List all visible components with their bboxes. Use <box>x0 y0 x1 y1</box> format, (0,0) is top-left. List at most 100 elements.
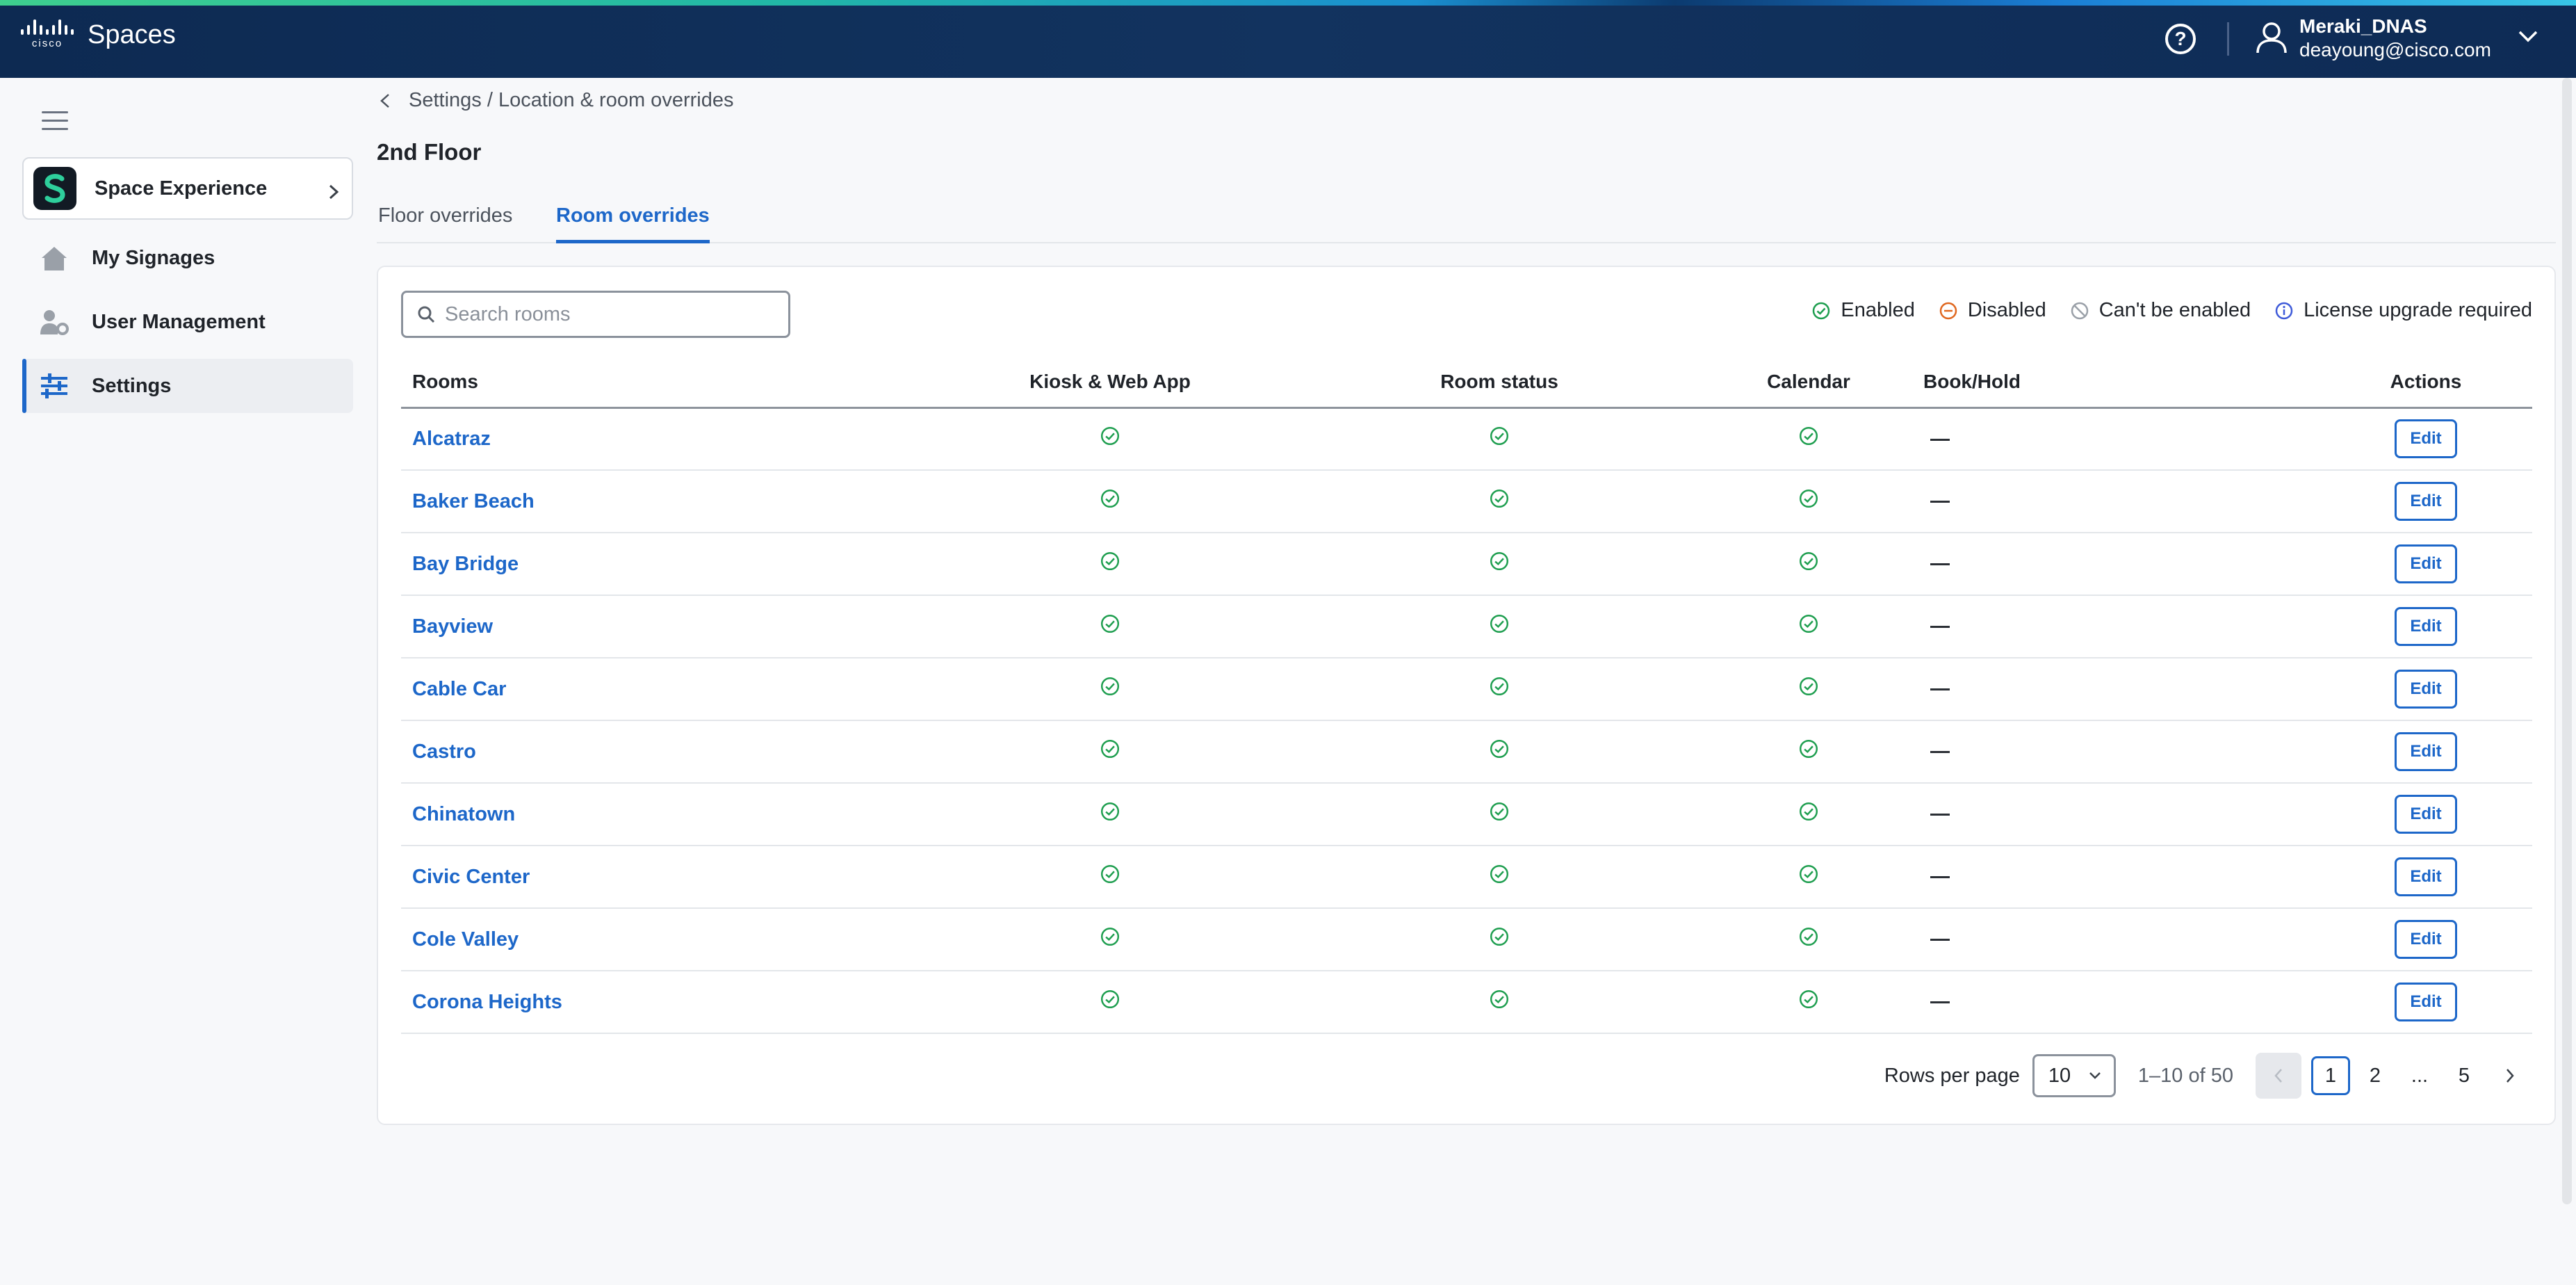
room-link[interactable]: Corona Heights <box>412 991 562 1013</box>
edit-button[interactable]: Edit <box>2395 482 2457 521</box>
dash-icon <box>1930 563 1950 566</box>
page-scrollbar[interactable] <box>2562 78 2572 1204</box>
book-hold-cell <box>1923 470 2320 533</box>
column-header-room-status: Room status <box>1305 357 1694 409</box>
kiosk-status-cell <box>915 658 1305 721</box>
app-switcher-space-experience[interactable]: Space Experience <box>22 157 353 220</box>
book-hold-cell <box>1923 533 2320 596</box>
table-header-row: Rooms Kiosk & Web App Room status Calend… <box>401 357 2532 409</box>
edit-button[interactable]: Edit <box>2395 670 2457 709</box>
check-circle-icon <box>1100 802 1120 821</box>
room-link[interactable]: Baker Beach <box>412 490 535 512</box>
dash-icon <box>1930 939 1950 941</box>
search-box[interactable] <box>401 291 790 338</box>
kiosk-status-cell <box>915 720 1305 784</box>
book-hold-cell <box>1923 908 2320 971</box>
edit-button[interactable]: Edit <box>2395 920 2457 959</box>
next-page-button[interactable] <box>2491 1056 2529 1095</box>
room-link[interactable]: Bayview <box>412 615 493 638</box>
legend-enabled: Enabled <box>1811 299 1915 322</box>
book-hold-cell <box>1923 595 2320 658</box>
dash-icon <box>1930 501 1950 503</box>
edit-button[interactable]: Edit <box>2395 607 2457 646</box>
room-status-cell <box>1305 470 1694 533</box>
header-divider <box>2227 22 2229 56</box>
page-1-button[interactable]: 1 <box>2311 1056 2350 1095</box>
user-icon[interactable] <box>2256 21 2288 54</box>
kiosk-status-cell <box>915 470 1305 533</box>
breadcrumb[interactable]: Settings / Location & room overrides <box>380 89 733 112</box>
room-status-cell <box>1305 595 1694 658</box>
chevron-left-icon <box>2274 1069 2282 1083</box>
edit-button[interactable]: Edit <box>2395 857 2457 896</box>
rows-per-page-select[interactable]: 10 <box>2032 1054 2116 1097</box>
sidebar-item-label: Settings <box>92 374 172 397</box>
room-link[interactable]: Castro <box>412 741 476 763</box>
edit-button[interactable]: Edit <box>2395 732 2457 771</box>
edit-button[interactable]: Edit <box>2395 419 2457 459</box>
table-row: Civic Center Edit <box>401 846 2532 909</box>
page-2-button[interactable]: 2 <box>2356 1056 2395 1095</box>
previous-page-button[interactable] <box>2256 1053 2301 1099</box>
legend-cant-be-enabled: Can't be enabled <box>2070 299 2251 322</box>
sidebar-item-settings[interactable]: Settings <box>22 359 353 413</box>
room-cell: Corona Heights <box>401 971 915 1034</box>
actions-cell: Edit <box>2320 533 2532 596</box>
legend-disabled: Disabled <box>1939 299 2046 322</box>
breadcrumb-text[interactable]: Settings / Location & room overrides <box>409 89 733 112</box>
legend-label: Disabled <box>1967 299 2046 321</box>
edit-button[interactable]: Edit <box>2395 983 2457 1021</box>
sidebar-item-user-management[interactable]: User Management <box>22 295 353 349</box>
room-link[interactable]: Cole Valley <box>412 928 519 951</box>
user-email: deayoung@cisco.com <box>2299 39 2491 60</box>
chevron-left-icon[interactable] <box>380 92 391 109</box>
menu-icon[interactable] <box>42 111 68 132</box>
blocked-circle-icon <box>2071 302 2088 319</box>
table-row: Castro Edit <box>401 720 2532 784</box>
actions-cell: Edit <box>2320 971 2532 1034</box>
check-circle-icon <box>1490 677 1509 696</box>
sidebar-item-my-signages[interactable]: My Signages <box>22 231 353 285</box>
tab-room-overrides[interactable]: Room overrides <box>556 204 710 243</box>
column-header-rooms[interactable]: Rooms <box>401 357 915 409</box>
room-status-cell <box>1305 783 1694 846</box>
room-link[interactable]: Chinatown <box>412 803 515 825</box>
edit-button[interactable]: Edit <box>2395 544 2457 583</box>
actions-cell: Edit <box>2320 908 2532 971</box>
check-circle-icon <box>1100 864 1120 884</box>
edit-button[interactable]: Edit <box>2395 795 2457 834</box>
room-link[interactable]: Civic Center <box>412 866 530 888</box>
table-row: Baker Beach Edit <box>401 470 2532 533</box>
check-circle-icon <box>1100 551 1120 571</box>
kiosk-status-cell <box>915 783 1305 846</box>
room-link[interactable]: Cable Car <box>412 678 506 700</box>
book-hold-cell <box>1923 971 2320 1034</box>
check-circle-icon <box>1813 302 1830 319</box>
page-5-button[interactable]: 5 <box>2445 1056 2484 1095</box>
search-input[interactable] <box>445 302 778 326</box>
room-link[interactable]: Bay Bridge <box>412 553 519 575</box>
check-circle-icon <box>1799 864 1818 884</box>
table-row: Cable Car Edit <box>401 658 2532 721</box>
column-header-kiosk-web-app: Kiosk & Web App <box>915 357 1305 409</box>
room-status-cell <box>1305 533 1694 596</box>
dash-icon <box>1930 814 1950 816</box>
room-link[interactable]: Alcatraz <box>412 428 491 450</box>
pagination: Rows per page 10 1–10 of 50 1 2 ... 5 <box>1884 1053 2529 1099</box>
chevron-down-icon[interactable] <box>2518 29 2538 43</box>
user-gear-icon <box>38 305 71 339</box>
tab-floor-overrides[interactable]: Floor overrides <box>378 204 512 243</box>
check-circle-icon <box>1490 551 1509 571</box>
kiosk-status-cell <box>915 407 1305 471</box>
brand[interactable]: cisco Spaces <box>21 19 176 50</box>
help-icon[interactable]: ? <box>2165 24 2196 54</box>
calendar-status-cell <box>1694 595 1923 658</box>
room-cell: Bayview <box>401 595 915 658</box>
table-row: Bay Bridge Edit <box>401 533 2532 596</box>
check-circle-icon <box>1100 427 1120 446</box>
room-overrides-panel: Enabled Disabled Can't be enabled Licens… <box>377 266 2556 1125</box>
legend-license-upgrade-required: License upgrade required <box>2274 299 2532 322</box>
check-circle-icon <box>1799 989 1818 1009</box>
user-menu[interactable]: Meraki_DNAS deayoung@cisco.com <box>2299 15 2491 61</box>
minus-circle-icon <box>1939 302 1957 319</box>
